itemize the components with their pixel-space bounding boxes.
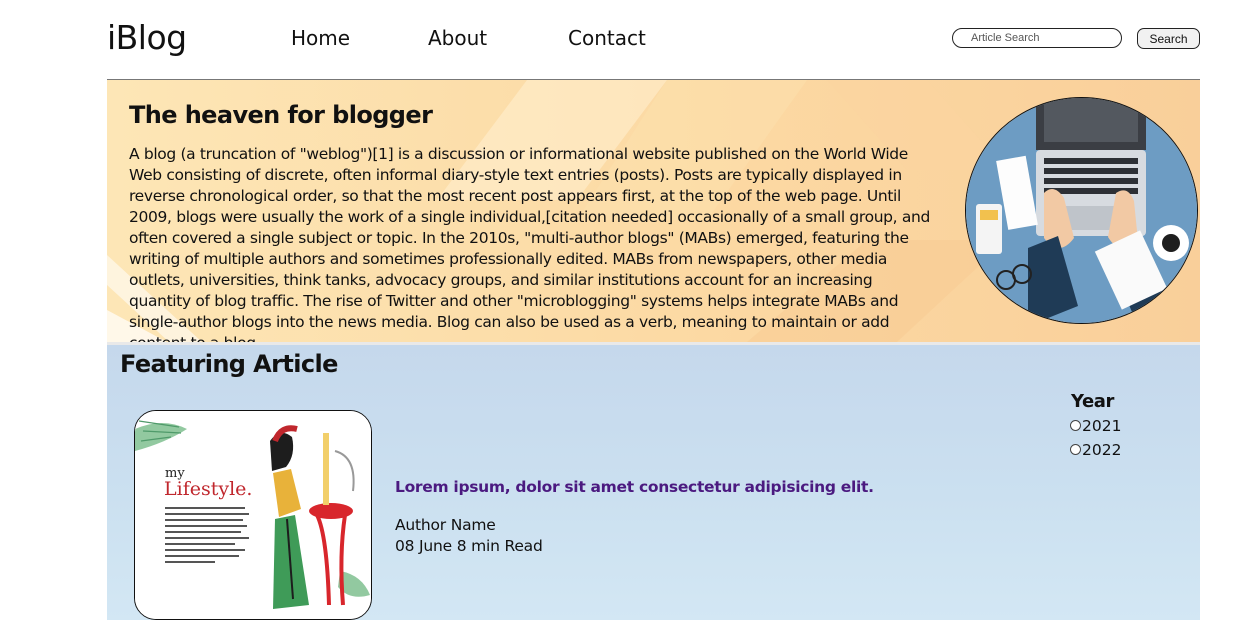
search-input[interactable] bbox=[952, 28, 1122, 48]
article-thumbnail[interactable]: my Lifestyle. bbox=[134, 410, 372, 620]
site-logo[interactable]: iBlog bbox=[107, 18, 187, 57]
hero-laptop-illustration bbox=[965, 97, 1198, 324]
nav-link-home[interactable]: Home bbox=[291, 26, 350, 50]
year-option-2022[interactable]: 2022 bbox=[1070, 441, 1121, 459]
article-title-link[interactable]: Lorem ipsum, dolor sit amet consectetur … bbox=[395, 478, 874, 496]
nav-link-contact[interactable]: Contact bbox=[568, 26, 646, 50]
year-option-2021[interactable]: 2021 bbox=[1070, 417, 1121, 435]
radio-2022[interactable] bbox=[1070, 444, 1081, 455]
featured-section: Featuring Article my Lifestyle. Lorem ip… bbox=[107, 345, 1200, 620]
radio-2021[interactable] bbox=[1070, 420, 1081, 431]
navbar: iBlog Home About Contact Search bbox=[0, 0, 1259, 80]
article-meta: 08 June 8 min Read bbox=[395, 537, 543, 555]
hero-title: The heaven for blogger bbox=[129, 101, 433, 129]
search-button[interactable]: Search bbox=[1137, 28, 1200, 49]
year-label-2021: 2021 bbox=[1082, 417, 1122, 435]
hero-section: The heaven for blogger A blog (a truncat… bbox=[107, 80, 1200, 342]
article-author: Author Name bbox=[395, 516, 496, 534]
nav-link-about[interactable]: About bbox=[428, 26, 487, 50]
year-filter-heading: Year bbox=[1071, 391, 1115, 412]
featured-heading: Featuring Article bbox=[120, 350, 338, 378]
hero-description: A blog (a truncation of "weblog")[1] is … bbox=[129, 145, 930, 342]
year-label-2022: 2022 bbox=[1082, 441, 1122, 459]
thumbnail-caption-large: Lifestyle. bbox=[164, 478, 252, 500]
